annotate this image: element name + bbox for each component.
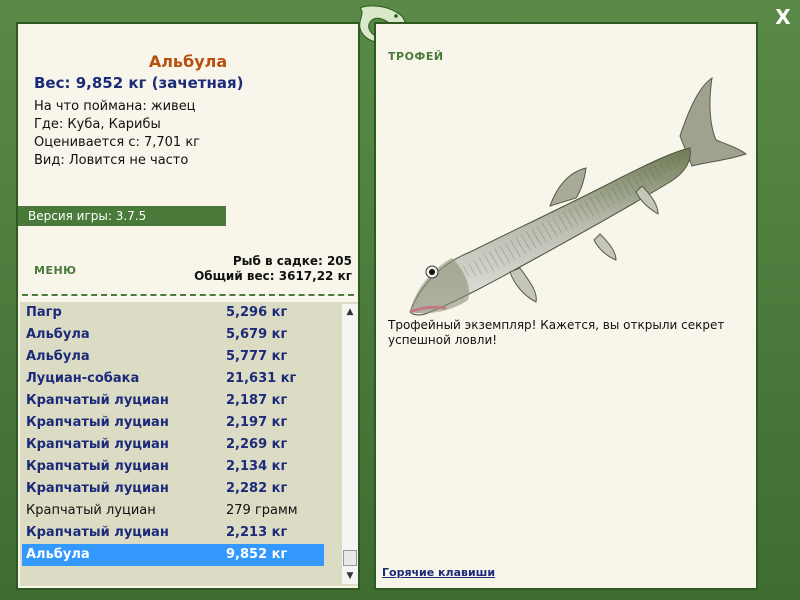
fish-rarity: Вид: Ловится не часто (34, 153, 189, 168)
catch-list-area: Пагр 5,296 кг Альбула 5,679 кг Альбула 5,77… (20, 302, 358, 586)
fish-details-panel: Альбула Вес: 9,852 кг (зачетная) На что … (16, 22, 360, 590)
keepnet-stats: Рыб в садке: 205 Общий вес: 3617,22 кг (194, 254, 352, 284)
divider (22, 294, 354, 296)
fish-info: На что поймана: живец Где: Куба, Карибы … (34, 98, 200, 170)
list-item[interactable]: Альбула 5,679 кг (22, 324, 324, 346)
fish-image (409, 76, 748, 316)
list-item[interactable]: Пагр 5,296 кг (22, 302, 324, 324)
menu-button[interactable]: МЕНЮ (34, 264, 77, 277)
keepnet-count: Рыб в садке: 205 (232, 254, 352, 268)
list-item[interactable]: Крапчатый луциан 2,269 кг (22, 434, 324, 456)
game-version: Версия игры: 3.7.5 (18, 206, 226, 226)
trophy-panel: ТРОФЕЙ Трофейный экземпляр! Кажется, вы … (374, 22, 758, 590)
list-item[interactable]: Крапчатый луциан 2,134 кг (22, 456, 324, 478)
trophy-message: Трофейный экземпляр! Кажется, вы открыли… (388, 318, 725, 347)
catch-list: Пагр 5,296 кг Альбула 5,679 кг Альбула 5,77… (22, 302, 324, 566)
fish-weight: Вес: 9,852 кг (зачетная) (34, 74, 244, 92)
list-item[interactable]: Крапчатый луциан 2,282 кг (22, 478, 324, 500)
scroll-up-icon[interactable]: ▲ (342, 304, 358, 320)
keepnet-total-weight: Общий вес: 3617,22 кг (194, 269, 352, 283)
list-item[interactable]: Альбула 5,777 кг (22, 346, 324, 368)
list-item[interactable]: Крапчатый луциан 2,197 кг (22, 412, 324, 434)
close-icon: X (775, 5, 791, 29)
list-scrollbar[interactable]: ▲ ▼ (342, 304, 358, 584)
list-item-selected[interactable]: Альбула 9,852 кг (22, 544, 324, 566)
fish-location: Где: Куба, Карибы (34, 117, 161, 132)
fish-bait: На что поймана: живец (34, 99, 196, 114)
list-item[interactable]: Луциан-собака 21,631 кг (22, 368, 324, 390)
list-item[interactable]: Крапчатый луциан 2,187 кг (22, 390, 324, 412)
hotkeys-link[interactable]: Горячие клавиши (382, 566, 495, 579)
list-item[interactable]: Крапчатый луциан 279 грамм (22, 500, 324, 522)
scroll-thumb[interactable] (343, 550, 357, 566)
fish-valued-from: Оценивается с: 7,701 кг (34, 135, 201, 150)
close-button[interactable]: X (770, 4, 796, 30)
scroll-down-icon[interactable]: ▼ (342, 568, 358, 584)
list-item[interactable]: Крапчатый луциан 2,213 кг (22, 522, 324, 544)
fish-name: Альбула (148, 52, 228, 71)
